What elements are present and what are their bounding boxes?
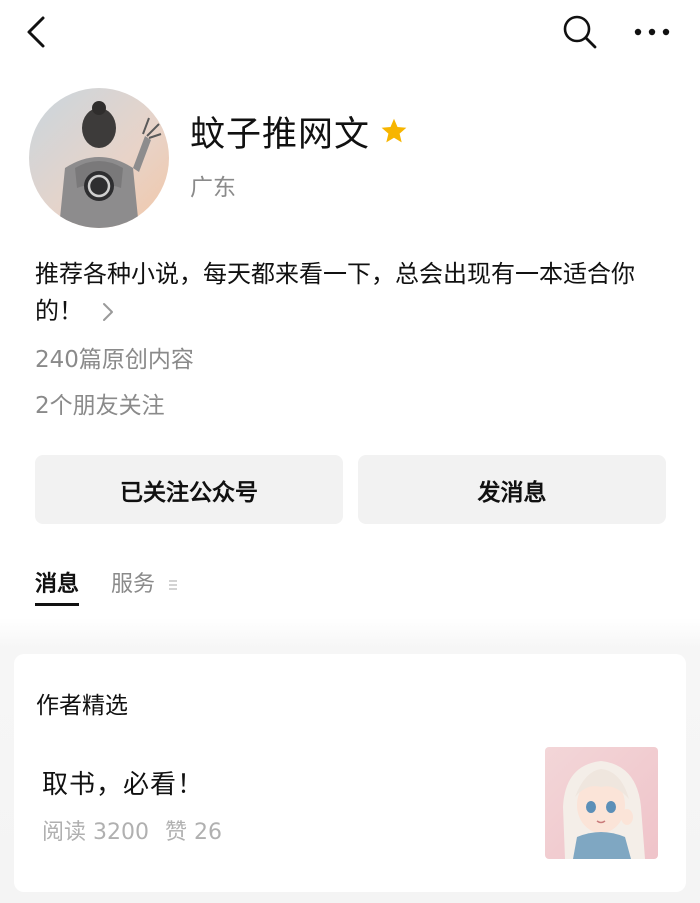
account-avatar[interactable] — [29, 88, 169, 228]
account-name: 蚊子推网文 — [190, 114, 371, 155]
menu-lines-icon — [169, 580, 178, 590]
account-name-row: 蚊子推网文 — [190, 106, 408, 156]
article-likes: 赞 26 — [164, 820, 222, 845]
search-button[interactable] — [560, 12, 600, 52]
article-title: 取书，必看！ — [42, 770, 205, 800]
back-button[interactable] — [18, 12, 54, 52]
search-icon — [563, 15, 597, 49]
send-message-button[interactable]: 发消息 — [358, 455, 666, 524]
chevron-right-icon — [103, 303, 113, 321]
featured-card: 作者精选 取书，必看！ 阅读 3200 赞 26 — [14, 654, 686, 892]
follow-button[interactable]: 已关注公众号 — [35, 455, 343, 524]
article-reads: 阅读 3200 — [42, 820, 149, 845]
account-bio[interactable]: 推荐各种小说，每天都来看一下，总会出现有一本适合你的！ — [35, 256, 675, 330]
article-thumbnail[interactable] — [545, 747, 658, 859]
content-tabs: 消息 服务 — [35, 568, 210, 612]
more-button[interactable] — [630, 12, 674, 52]
account-bio-text: 推荐各种小说，每天都来看一下，总会出现有一本适合你的！ — [35, 260, 635, 325]
top-nav-bar — [0, 0, 700, 64]
chevron-left-icon — [27, 16, 45, 48]
original-content-count[interactable]: 240篇原创内容 — [35, 340, 194, 374]
article-meta: 阅读 3200 赞 26 — [42, 814, 222, 846]
star-icon — [381, 118, 407, 143]
tab-services[interactable]: 服务 — [111, 568, 178, 608]
featured-article[interactable]: 取书，必看！ 阅读 3200 赞 26 — [14, 734, 686, 884]
more-dots-icon — [634, 28, 670, 36]
friends-following-count[interactable]: 2个朋友关注 — [35, 386, 165, 420]
account-region: 广东 — [190, 175, 236, 201]
tab-messages[interactable]: 消息 — [35, 568, 80, 608]
tab-services-label: 服务 — [111, 572, 156, 597]
featured-section-title: 作者精选 — [36, 693, 128, 719]
